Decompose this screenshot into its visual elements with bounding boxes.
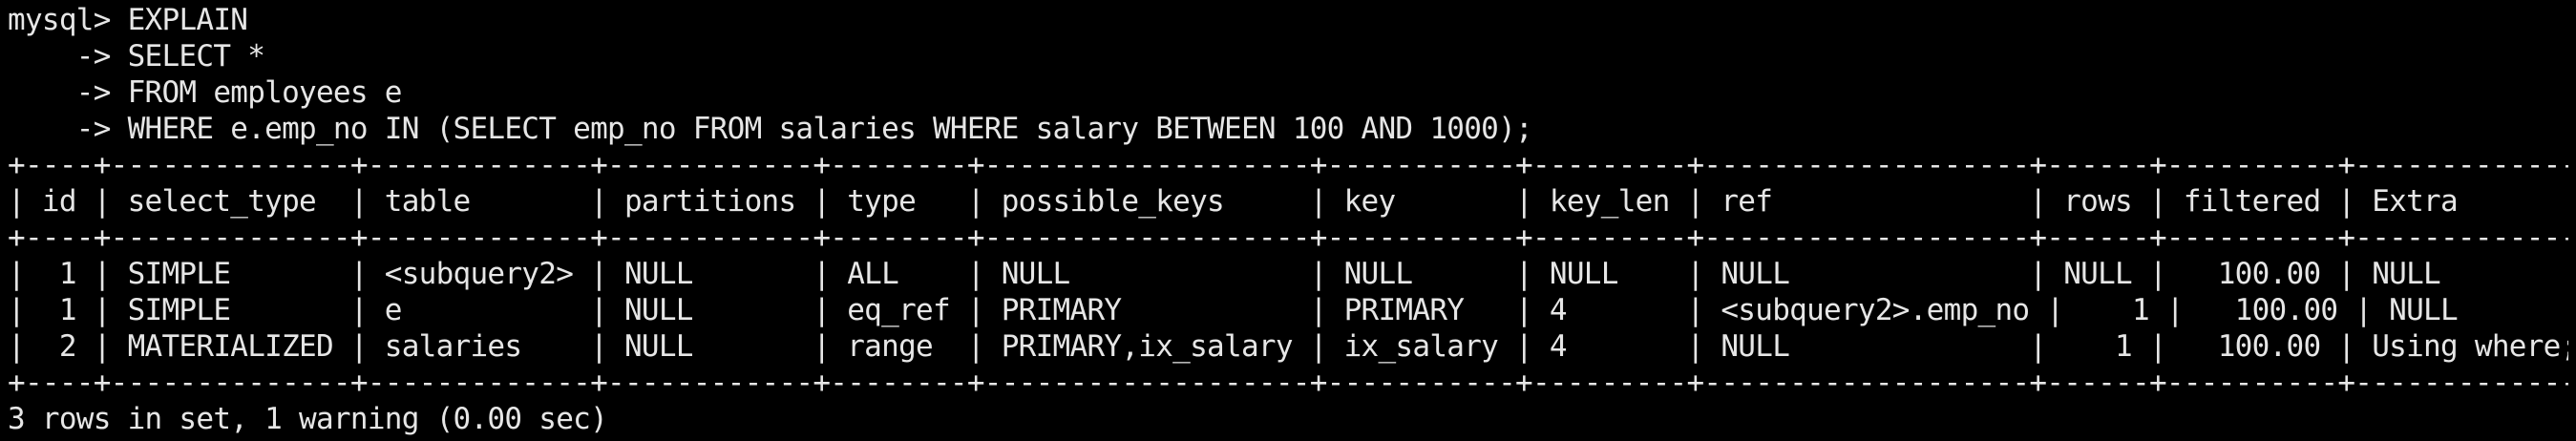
query-line-3: -> FROM employees e xyxy=(8,75,403,110)
table-row: | 1 | SIMPLE | <subquery2> | NULL | ALL … xyxy=(8,257,2568,291)
table-border-top: +----+--------------+-------------+-----… xyxy=(8,148,2568,182)
mysql-prompt: mysql> xyxy=(8,3,128,37)
table-border-bottom: +----+--------------+-------------+-----… xyxy=(8,366,2568,400)
query-line-2: -> SELECT * xyxy=(8,39,265,74)
query-line-1: mysql> EXPLAIN xyxy=(8,2,2568,38)
table-row: | 1 | SIMPLE | e | NULL | eq_ref | PRIMA… xyxy=(8,293,2568,327)
query-line-4: -> WHERE e.emp_no IN (SELECT emp_no FROM… xyxy=(8,112,1533,146)
table-row: | 2 | MATERIALIZED | salaries | NULL | r… xyxy=(8,329,2568,364)
table-border-middle: +----+--------------+-------------+-----… xyxy=(8,220,2568,255)
status-line: 3 rows in set, 1 warning (0.00 sec) xyxy=(8,402,608,436)
table-header-row: | id | select_type | table | partitions … xyxy=(8,184,2568,219)
query-text: EXPLAIN xyxy=(127,3,248,37)
terminal-output[interactable]: mysql> EXPLAIN -> SELECT * -> FROM emplo… xyxy=(8,2,2568,437)
